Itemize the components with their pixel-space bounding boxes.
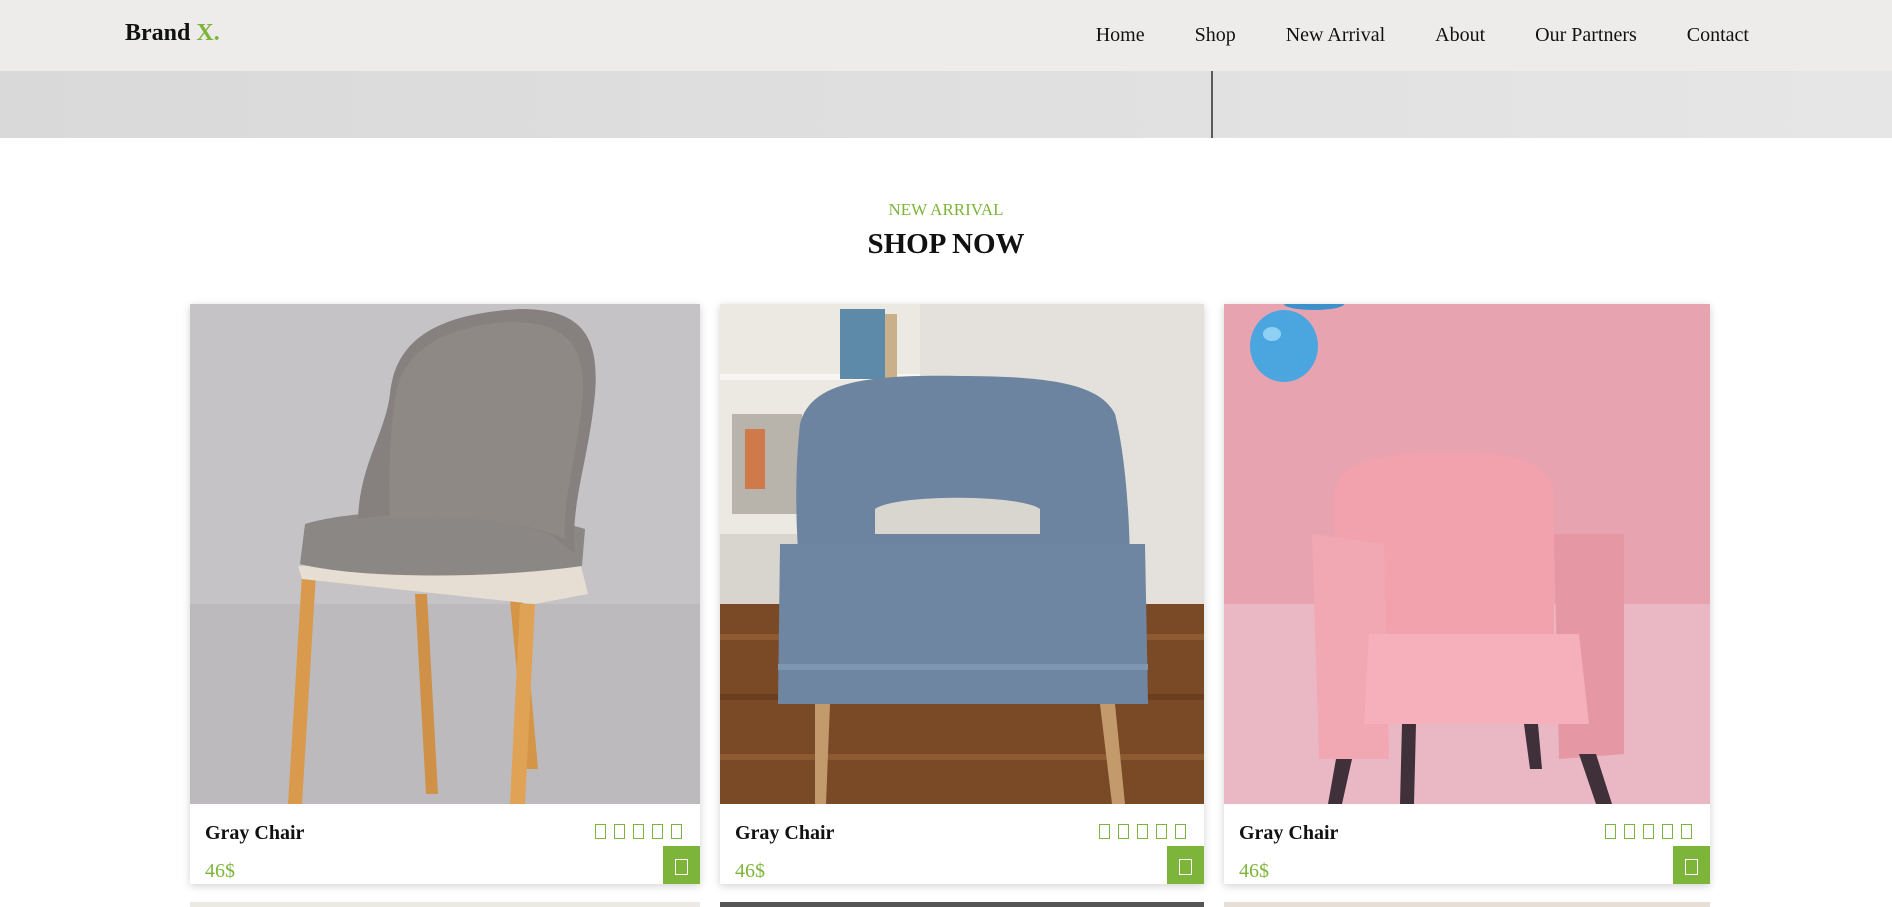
star-icon	[1175, 824, 1186, 839]
cart-icon	[1685, 859, 1698, 875]
nav-new-arrival[interactable]: New Arrival	[1286, 24, 1385, 47]
product-price: 46$	[205, 860, 235, 882]
star-icon	[633, 824, 644, 839]
product-image[interactable]	[1224, 304, 1710, 804]
product-name[interactable]: Gray Chair	[205, 822, 304, 845]
main-nav: Home Shop New Arrival About Our Partners…	[1046, 24, 1749, 47]
product-card[interactable]: Gray Chair 46$	[720, 304, 1204, 884]
star-icon	[671, 824, 682, 839]
product-price: 46$	[1239, 860, 1269, 882]
hero-divider	[1211, 71, 1213, 138]
cart-icon	[675, 859, 688, 875]
section-eyebrow: NEW ARRIVAL	[888, 200, 1004, 219]
star-icon	[1137, 824, 1148, 839]
brand-accent: X.	[196, 20, 220, 46]
product-info: Gray Chair 46$	[1224, 804, 1710, 884]
section-title: SHOP NOW	[867, 228, 1025, 260]
nav-our-partners[interactable]: Our Partners	[1535, 24, 1637, 47]
nav-about[interactable]: About	[1435, 24, 1485, 47]
product-image[interactable]	[190, 304, 700, 804]
product-card-peek	[190, 902, 700, 907]
add-to-cart-button[interactable]	[1167, 846, 1204, 884]
site-header: Brand X. Home Shop New Arrival About Our…	[0, 0, 1892, 71]
star-icon	[1643, 824, 1654, 839]
rating-stars	[1605, 824, 1692, 839]
star-icon	[595, 824, 606, 839]
rating-stars	[595, 824, 682, 839]
star-icon	[1605, 824, 1616, 839]
star-icon	[1662, 824, 1673, 839]
product-info: Gray Chair 46$	[720, 804, 1204, 884]
nav-home[interactable]: Home	[1096, 24, 1145, 47]
rating-stars	[1099, 824, 1186, 839]
product-card[interactable]: Gray Chair 46$	[190, 304, 700, 884]
brand-logo[interactable]: Brand X.	[125, 20, 220, 47]
star-icon	[1118, 824, 1129, 839]
product-info: Gray Chair 46$	[190, 804, 700, 884]
star-icon	[1099, 824, 1110, 839]
product-name[interactable]: Gray Chair	[1239, 822, 1338, 845]
product-card-peek	[720, 902, 1204, 907]
add-to-cart-button[interactable]	[1673, 846, 1710, 884]
product-card-peek	[1224, 902, 1710, 907]
product-card[interactable]: Gray Chair 46$	[1224, 304, 1710, 884]
star-icon	[652, 824, 663, 839]
cart-icon	[1179, 859, 1192, 875]
star-icon	[1681, 824, 1692, 839]
product-image[interactable]	[720, 304, 1204, 804]
brand-name: Brand	[125, 20, 191, 46]
add-to-cart-button[interactable]	[663, 846, 700, 884]
star-icon	[1624, 824, 1635, 839]
star-icon	[1156, 824, 1167, 839]
product-price: 46$	[735, 860, 765, 882]
product-name[interactable]: Gray Chair	[735, 822, 834, 845]
hero-banner	[0, 71, 1892, 138]
nav-contact[interactable]: Contact	[1687, 24, 1749, 47]
nav-shop[interactable]: Shop	[1195, 24, 1236, 47]
star-icon	[614, 824, 625, 839]
